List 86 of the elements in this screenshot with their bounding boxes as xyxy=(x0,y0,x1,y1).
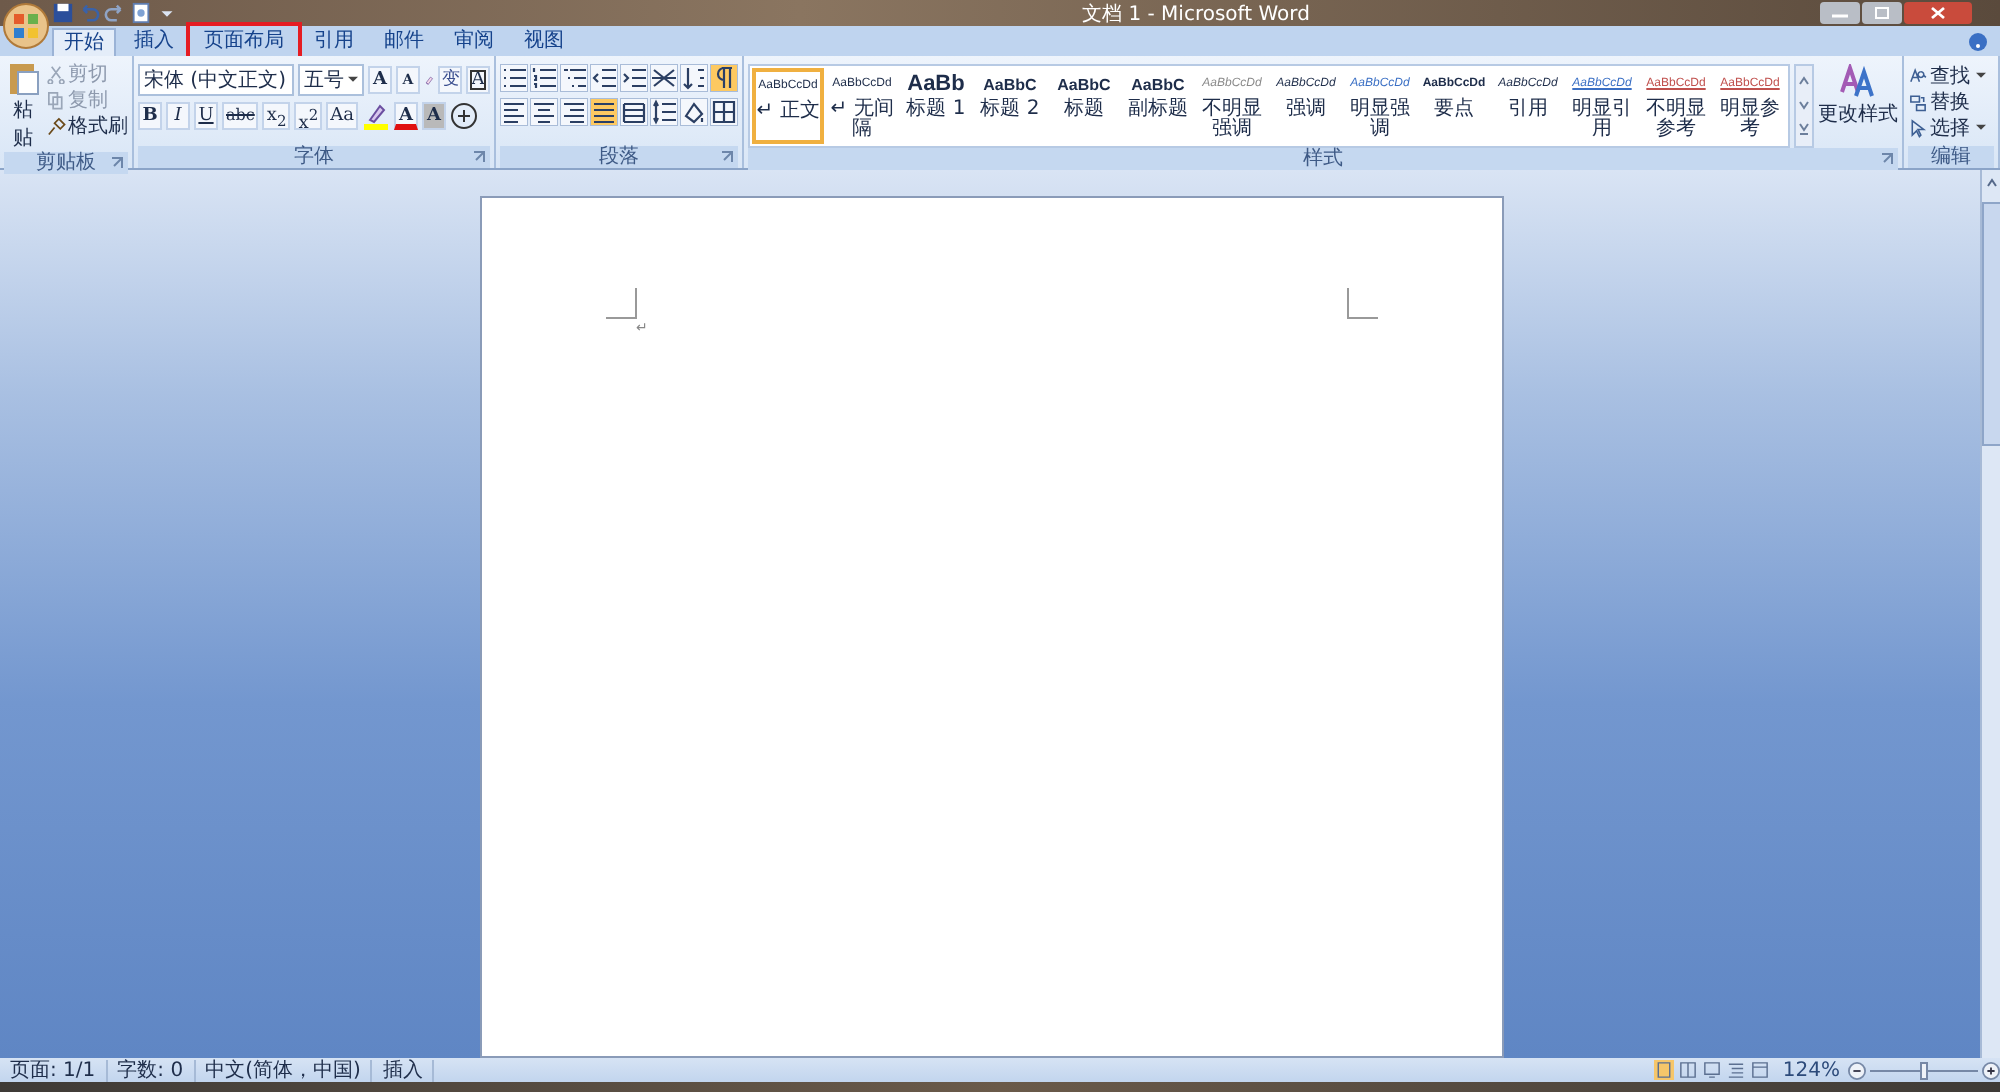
ribbon-tab[interactable]: 邮件 xyxy=(372,28,436,56)
minimize-button[interactable] xyxy=(1820,2,1860,24)
font-name-field[interactable]: 宋体 (中文正文) xyxy=(138,64,294,96)
editing-command[interactable]: 选择 xyxy=(1908,114,1994,140)
zoom-out-icon[interactable] xyxy=(1848,1061,1866,1079)
redo-icon[interactable] xyxy=(104,2,126,24)
ribbon-tab[interactable]: 插入 xyxy=(122,28,186,56)
group-label: 编辑 xyxy=(1931,146,1971,168)
show-marks-button[interactable] xyxy=(710,64,738,92)
decrease-indent-button[interactable] xyxy=(590,64,618,92)
superscript-button[interactable]: x$^{2}$ xyxy=(294,102,323,130)
save-icon[interactable] xyxy=(52,2,74,24)
select-icon xyxy=(1908,117,1928,137)
sort-button[interactable] xyxy=(680,64,708,92)
strikethrough-button[interactable]: abc xyxy=(222,102,259,130)
view-button[interactable] xyxy=(1702,1060,1723,1080)
subscript-button[interactable]: x$_{2}$ xyxy=(262,102,291,130)
caret-icon xyxy=(1976,123,1986,131)
zoom-level[interactable]: 124% xyxy=(1782,1059,1840,1081)
chinese-layout-button[interactable] xyxy=(650,64,678,92)
change-styles-button[interactable]: 更改样式 xyxy=(1818,64,1898,148)
window-title: 文档 1 - Microsoft Word xyxy=(1080,1,1312,27)
zoom-slider-thumb[interactable] xyxy=(1920,1061,1928,1079)
highlight-button[interactable] xyxy=(361,102,390,130)
dialog-launcher-icon[interactable] xyxy=(110,156,124,170)
ribbon-tab[interactable]: 开始 xyxy=(52,28,116,56)
enclose-character-button[interactable] xyxy=(449,102,478,130)
close-button[interactable] xyxy=(1904,2,1972,24)
help-icon[interactable] xyxy=(1968,32,1988,52)
ribbon-tab[interactable]: 审阅 xyxy=(442,28,506,56)
grow-font-button[interactable]: A xyxy=(368,66,392,94)
center-button[interactable] xyxy=(530,98,558,126)
copy-icon xyxy=(46,89,66,109)
character-shading-button[interactable]: A xyxy=(421,102,446,130)
increase-indent-button[interactable] xyxy=(620,64,648,92)
brush-icon xyxy=(46,115,66,135)
font-size-field[interactable]: 五号 xyxy=(298,64,364,96)
underline-button[interactable]: U xyxy=(194,102,218,130)
change-case-button[interactable]: Aa xyxy=(326,102,358,130)
dialog-launcher-icon[interactable] xyxy=(720,150,734,164)
view-button[interactable] xyxy=(1750,1060,1771,1080)
bold-button[interactable]: B xyxy=(138,102,162,130)
letters-icon xyxy=(1838,64,1878,100)
group-label: 段落 xyxy=(599,146,639,168)
cut-icon xyxy=(46,63,66,83)
editing-command[interactable]: 查找 xyxy=(1908,62,1994,88)
margin-corner-mark xyxy=(1346,288,1378,320)
group-label: 剪贴板 xyxy=(36,152,96,174)
vertical-scrollbar[interactable] xyxy=(1980,170,2000,1058)
ribbon-tab[interactable]: 引用 xyxy=(302,28,366,56)
italic-button[interactable]: I xyxy=(166,102,190,130)
replace-icon xyxy=(1908,91,1928,111)
shading-button[interactable] xyxy=(680,98,708,126)
print-preview-icon[interactable] xyxy=(130,2,152,24)
zoom-in-icon[interactable] xyxy=(1982,1061,2000,1079)
line-spacing-button[interactable] xyxy=(650,98,678,126)
editing-command[interactable]: 替换 xyxy=(1908,88,1994,114)
justify-button[interactable] xyxy=(590,98,618,126)
view-button[interactable] xyxy=(1726,1060,1747,1080)
ribbon-tab[interactable]: 视图 xyxy=(512,28,576,56)
align-left-button[interactable] xyxy=(500,98,528,126)
caret-icon xyxy=(1976,71,1986,79)
margin-corner-mark xyxy=(606,288,638,320)
numbering-button[interactable] xyxy=(530,64,558,92)
clipboard-command[interactable]: 格式刷 xyxy=(46,112,128,138)
phonetic-guide-button[interactable]: 变 xyxy=(438,66,462,94)
bullets-button[interactable] xyxy=(500,64,528,92)
caret-icon xyxy=(348,76,358,84)
view-button[interactable] xyxy=(1654,1060,1675,1080)
view-button[interactable] xyxy=(1678,1060,1699,1080)
dialog-launcher-icon[interactable] xyxy=(1880,152,1894,166)
restore-button[interactable] xyxy=(1862,2,1902,24)
font-color-button[interactable]: A xyxy=(393,102,418,130)
gallery-scrollbar[interactable] xyxy=(1794,64,1814,148)
find-icon xyxy=(1908,65,1928,85)
group-label: 样式 xyxy=(1303,148,1343,170)
dialog-launcher-icon[interactable] xyxy=(472,150,486,164)
align-right-button[interactable] xyxy=(560,98,588,126)
clipboard-icon xyxy=(7,60,39,96)
paste-button[interactable]: 粘贴 xyxy=(4,60,42,152)
scroll-thumb[interactable] xyxy=(1981,202,2000,446)
multilevel-list-button[interactable] xyxy=(560,64,588,92)
distribute-button[interactable] xyxy=(620,98,648,126)
group-label: 字体 xyxy=(294,146,334,168)
borders-button[interactable] xyxy=(710,98,738,126)
ribbon-tab[interactable]: 页面布局 xyxy=(192,28,296,56)
